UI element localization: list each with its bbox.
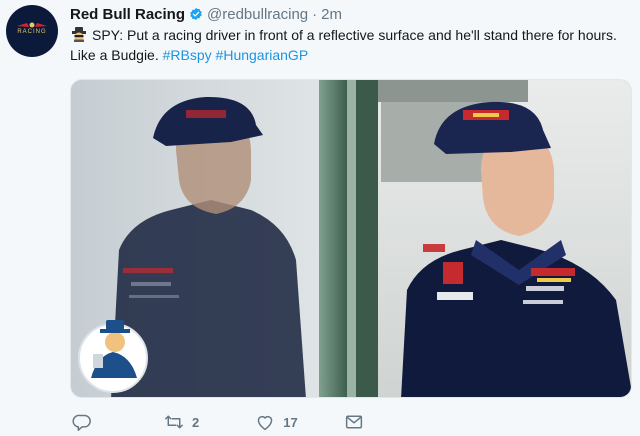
retweet-icon <box>165 415 183 429</box>
red-bull-logo-icon <box>17 22 47 28</box>
heart-icon <box>257 415 273 431</box>
user-handle[interactable]: @redbullracing <box>207 6 308 23</box>
hashtag-hungariangp[interactable]: #HungarianGP <box>216 47 309 63</box>
display-name[interactable]: Red Bull Racing <box>70 6 185 23</box>
reply-icon <box>72 414 91 431</box>
photo-illustration <box>71 80 631 397</box>
tweet: RACING Red Bull Racing @redbullracing · … <box>0 0 640 436</box>
direct-message-button[interactable] <box>344 413 372 431</box>
avatar[interactable]: RACING <box>6 5 58 57</box>
hashtag-rbspy[interactable]: #RBspy <box>163 47 212 63</box>
avatar-logo-text: RACING <box>17 29 47 35</box>
tweet-header: Red Bull Racing @redbullracing · 2m <box>70 4 342 24</box>
timestamp[interactable]: 2m <box>321 6 342 23</box>
retweet-count: 2 <box>192 414 200 430</box>
tweet-actions: 2 17 <box>70 410 372 434</box>
like-button[interactable]: 17 <box>255 413 298 431</box>
retweet-button[interactable]: 2 <box>164 413 199 431</box>
envelope-icon <box>345 415 362 429</box>
like-count: 17 <box>283 414 298 430</box>
tweet-body: SPY: Put a racing driver in front of a r… <box>70 27 617 63</box>
tweet-photo[interactable] <box>70 79 632 398</box>
reply-button[interactable] <box>72 413 100 431</box>
tweet-text: SPY: Put a racing driver in front of a r… <box>70 25 630 65</box>
separator-dot: · <box>312 5 318 23</box>
spy-emoji-icon <box>72 27 86 42</box>
verified-badge-icon <box>190 7 202 21</box>
